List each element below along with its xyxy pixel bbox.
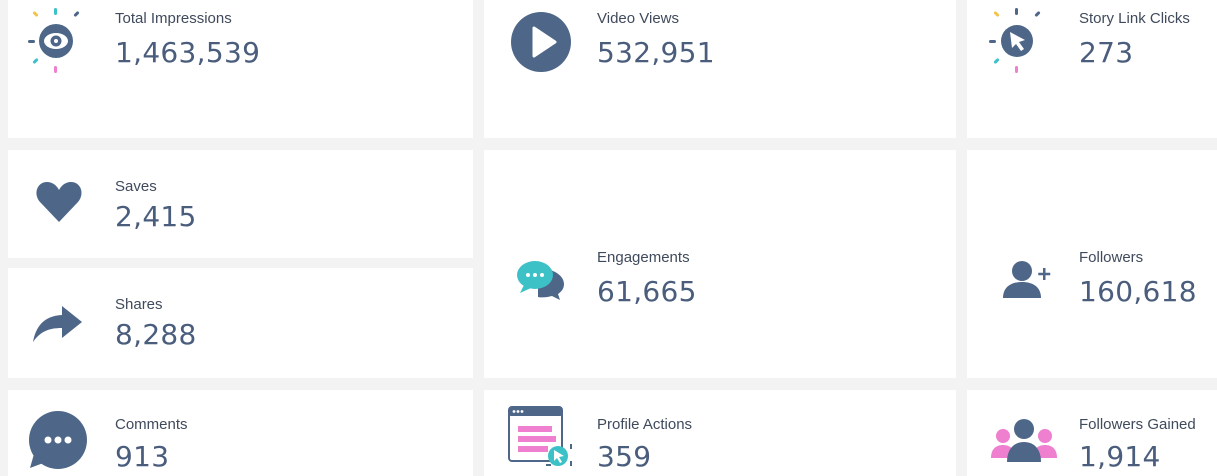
card-total-impressions: Total Impressions 1,463,539 [8,0,473,138]
total-impressions-label: Total Impressions [115,10,232,27]
chat-bubbles-icon [516,258,566,302]
video-views-value: 532,951 [597,36,715,69]
shares-value: 8,288 [115,318,197,351]
shares-label: Shares [115,296,163,313]
add-user-icon [1003,260,1053,300]
story-link-clicks-label: Story Link Clicks [1079,10,1190,27]
card-engagements: Engagements 61,665 [484,150,956,378]
card-shares: Shares 8,288 [8,268,473,378]
followers-value: 160,618 [1079,275,1197,308]
eye-icon [28,8,82,74]
total-impressions-value: 1,463,539 [115,36,261,69]
saves-label: Saves [115,178,157,195]
followers-gained-value: 1,914 [1079,440,1161,473]
comments-label: Comments [115,416,188,433]
comments-value: 913 [115,440,170,473]
followers-label: Followers [1079,249,1144,266]
user-group-icon [991,418,1057,464]
card-saves: Saves 2,415 [8,150,473,258]
play-icon [511,12,571,72]
engagements-value: 61,665 [597,275,697,308]
browser-click-icon [508,406,576,476]
profile-actions-value: 359 [597,440,652,473]
card-followers-gained: Followers Gained 1,914 [967,390,1217,476]
engagements-label: Engagements [597,249,690,266]
card-followers: Followers 160,618 [967,150,1217,378]
saves-value: 2,415 [115,200,197,233]
comment-icon [28,410,90,470]
card-story-link-clicks: Story Link Clicks 273 [967,0,1217,138]
profile-actions-label: Profile Actions [597,416,693,433]
story-link-clicks-value: 273 [1079,36,1134,69]
share-arrow-icon [32,304,82,344]
card-comments: Comments 913 [8,390,473,476]
cursor-click-icon [989,8,1043,74]
video-views-label: Video Views [597,10,680,27]
heart-icon [36,180,82,222]
card-profile-actions: Profile Actions 359 [484,390,956,476]
card-video-views: Video Views 532,951 [484,0,956,138]
followers-gained-label: Followers Gained [1079,416,1196,433]
